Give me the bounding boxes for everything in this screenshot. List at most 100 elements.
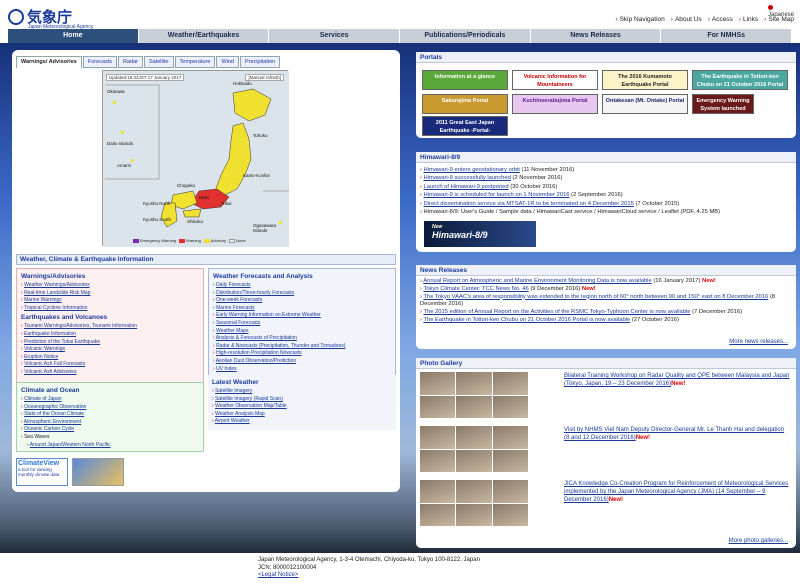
link[interactable]: Satellite Imagery	[215, 388, 252, 394]
list-link[interactable]: Radar & Nowcasts (Precipitation, Thunder…	[213, 343, 391, 351]
photo[interactable]	[420, 503, 456, 526]
link[interactable]: Visit by NHMS Viet Nam Deputy Director-G…	[564, 427, 784, 441]
photo[interactable]	[492, 480, 528, 503]
forecasts-heading[interactable]: Weather Forecasts and Analysis	[213, 273, 391, 280]
list-link[interactable]: Satellite Imagery (Rapid Scan)	[212, 396, 392, 404]
site-map-link[interactable]: › Site Map	[764, 16, 794, 23]
list-link[interactable]: Weather Analysis Map	[212, 411, 392, 419]
tab-precipitation[interactable]: Precipitation	[239, 56, 281, 68]
link[interactable]: Marine Forecasts	[216, 305, 255, 311]
list-link[interactable]: Airport Weather	[212, 418, 392, 426]
link[interactable]: Tropical Cyclone Information	[24, 305, 87, 311]
link[interactable]: One-week Forecasts	[216, 297, 262, 303]
link[interactable]: Daily Forecasts	[216, 282, 250, 288]
portal-tottori-earthquake[interactable]: The Earthquake in Tottori-ken Chubu on 2…	[692, 70, 788, 90]
photo[interactable]	[456, 449, 492, 472]
manual-refresh-button[interactable]: [Manual refresh]	[245, 74, 284, 81]
list-link[interactable]: Daily Forecasts	[213, 282, 391, 290]
list-link[interactable]: One-week Forecasts	[213, 297, 391, 305]
portal-emergency-warning[interactable]: Emergency Warning System launched	[692, 94, 754, 114]
photo-banner[interactable]	[72, 458, 124, 486]
link[interactable]: Oceanic Carbon Cycle	[24, 426, 74, 432]
list-link[interactable]: Aeolian Dust Observation/Prediction	[213, 358, 391, 366]
link[interactable]: Aeolian Dust Observation/Prediction	[216, 358, 296, 364]
nav-news-releases[interactable]: News Releases	[531, 29, 662, 43]
photo[interactable]	[456, 503, 492, 526]
list-link[interactable]: Atmospheric Environment	[21, 419, 199, 427]
link[interactable]: Prediction of the Tokai Earthquake	[24, 339, 100, 345]
list-link[interactable]: UV Index	[213, 366, 391, 374]
tab-temperature[interactable]: Temperature	[174, 56, 216, 68]
link[interactable]: Eruption Notice	[24, 354, 58, 360]
gallery-photos[interactable]	[420, 480, 528, 526]
list-link[interactable]: Oceanic Carbon Cycle	[21, 426, 199, 434]
photo[interactable]	[420, 449, 456, 472]
link[interactable]: Himawari-9 enters geostationary orbit	[424, 167, 520, 173]
list-link[interactable]: Volcanic Ash Advisories	[21, 369, 199, 377]
about-us-link[interactable]: › About Us	[671, 16, 702, 23]
link[interactable]: Marine Warnings	[24, 297, 62, 303]
link[interactable]: Launch of Himawari-9 postponed	[424, 184, 509, 190]
link[interactable]: Earthquake Information	[24, 331, 76, 337]
link[interactable]: The Earthquake in Tottori-ken Chubu on 2…	[423, 317, 630, 323]
photo[interactable]	[492, 395, 528, 418]
list-link[interactable]: Marine Warnings	[21, 297, 199, 305]
portal-kuchinoerabujima[interactable]: Kuchinoerabujima Portal	[512, 94, 598, 114]
link[interactable]: Weather Observation Map/Table	[215, 403, 287, 409]
portal-ontakesan[interactable]: Ontakesan (Mt. Ontake) Portal	[602, 94, 688, 114]
nav-weather-earthquakes[interactable]: Weather/Earthquakes	[139, 29, 270, 43]
list-link[interactable]: High-resolution Precipitation Nowcasts	[213, 350, 391, 358]
photo[interactable]	[456, 480, 492, 503]
tab-forecasts[interactable]: Forecasts	[82, 56, 117, 68]
photo[interactable]	[492, 426, 528, 449]
nav-for-nmhss[interactable]: For NMHSs	[661, 29, 793, 43]
list-link[interactable]: Tsunami Warnings/Advisories, Tsunami Inf…	[21, 323, 199, 331]
link[interactable]: Oceanographic Observation	[24, 404, 86, 410]
link[interactable]: JICA Knowledge Co-Creation Program for R…	[564, 481, 788, 503]
link[interactable]: Weather Analysis Map	[215, 411, 265, 417]
tab-satellite[interactable]: Satellite	[143, 56, 174, 68]
list-link[interactable]: Prediction of the Tokai Earthquake	[21, 339, 199, 347]
link[interactable]: Distribution/Three-hourly Forecasts	[216, 290, 294, 296]
link[interactable]: Weather Maps	[216, 328, 248, 334]
list-link[interactable]: Weather Maps	[213, 328, 391, 336]
link[interactable]: Satellite Imagery (Rapid Scan)	[215, 396, 283, 402]
link[interactable]: Real-time Landslide Risk Map	[24, 290, 90, 296]
portal-sakurajima[interactable]: Sakurajima Portal	[422, 94, 508, 114]
warnings-map[interactable]: Updated:16:34JST 17 January 2017 [Manual…	[102, 70, 289, 247]
link[interactable]: Volcanic Warnings	[24, 346, 65, 352]
link[interactable]: Direct dissemination service via MTSAT-1…	[424, 201, 634, 207]
link[interactable]: Tokyo Climate Center: TCC News No. 46	[423, 286, 528, 292]
list-link[interactable]: Analysis & Forecasts of Precipitation	[213, 335, 391, 343]
link[interactable]: Annual Report on Atmospheric and Marine …	[423, 278, 651, 284]
list-link[interactable]: Early Warning Information on Extreme Wea…	[213, 312, 391, 320]
list-link[interactable]: Volcanic Warnings	[21, 346, 199, 354]
climate-heading[interactable]: Climate and Ocean	[21, 387, 199, 394]
photo[interactable]	[456, 426, 492, 449]
himawari-banner[interactable]: New Himawari-8/9	[424, 221, 536, 247]
jma-logo[interactable]: 気象庁 Japan Meteorological Agency	[8, 6, 93, 30]
himawari-resources[interactable]: Himawari-8/9: User's Guide / Sample data…	[416, 208, 796, 216]
list-link[interactable]: Around Japan/Western North Pacific	[21, 442, 199, 450]
list-link[interactable]: Earthquake Information	[21, 331, 199, 339]
photo[interactable]	[420, 372, 456, 395]
photo[interactable]	[492, 503, 528, 526]
link[interactable]: Analysis & Forecasts of Precipitation	[216, 335, 297, 341]
list-link[interactable]: Satellite Imagery	[212, 388, 392, 396]
list-link[interactable]: Real-time Landslide Risk Map	[21, 290, 199, 298]
access-link[interactable]: › Access	[708, 16, 733, 23]
tab-radar[interactable]: Radar	[117, 56, 143, 68]
tab-wind[interactable]: Wind	[216, 56, 239, 68]
photo[interactable]	[420, 480, 456, 503]
link[interactable]: Himawari-9 is scheduled for launch on 1 …	[424, 192, 570, 198]
list-link[interactable]: Climate of Japan	[21, 396, 199, 404]
list-link[interactable]: Volcanic Ash Fall Forecasts	[21, 361, 199, 369]
list-link[interactable]: State of the Ocean Climate	[21, 411, 199, 419]
photo[interactable]	[420, 426, 456, 449]
climateview-banner[interactable]: ClimateView a tool for viewing monthly c…	[16, 458, 68, 486]
portal-kumamoto-earthquake[interactable]: The 2016 Kumamoto Earthquake Portal	[602, 70, 688, 90]
photo[interactable]	[492, 372, 528, 395]
list-link[interactable]: Marine Forecasts	[213, 305, 391, 313]
warnings-heading[interactable]: Warnings/Advisories	[21, 273, 199, 280]
list-link[interactable]: Weather Observation Map/Table	[212, 403, 392, 411]
